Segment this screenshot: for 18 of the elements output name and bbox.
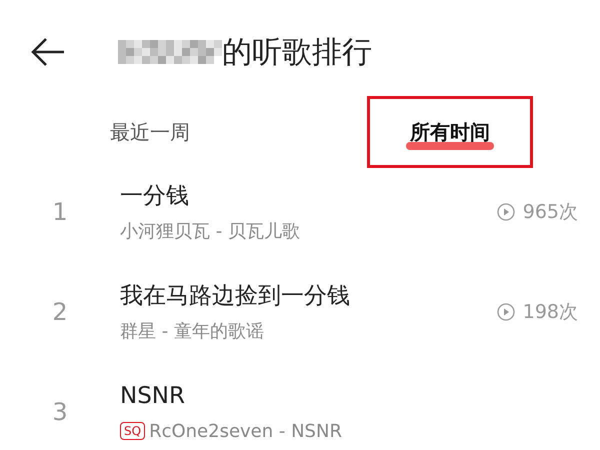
play-count: 198次 [522,300,578,325]
song-artist-album: 小河狸贝瓦 - 贝瓦儿歌 [120,220,300,244]
page-title: 的听歌排行 [222,34,372,72]
song-title[interactable]: 一分钱 [120,179,497,214]
song-title[interactable]: 我在马路边捡到一分钱 [120,279,497,314]
play-icon [496,303,515,321]
song-artist-album: RcOne2seven - NSNR [149,420,342,444]
back-icon[interactable] [30,37,66,67]
song-title[interactable]: NSNR [120,379,600,414]
sq-badge: SQ [120,422,146,440]
tab[interactable]: 最近一周 [67,96,233,168]
play-count: 965次 [522,200,578,225]
tab[interactable]: 所有时间 [367,96,533,168]
rank-number: 3 [51,397,69,428]
rank-number: 2 [51,297,69,328]
rank-number: 1 [51,197,69,228]
song-artist-album: 群星 - 童年的歌谣 [120,320,264,344]
play-icon [496,203,515,221]
